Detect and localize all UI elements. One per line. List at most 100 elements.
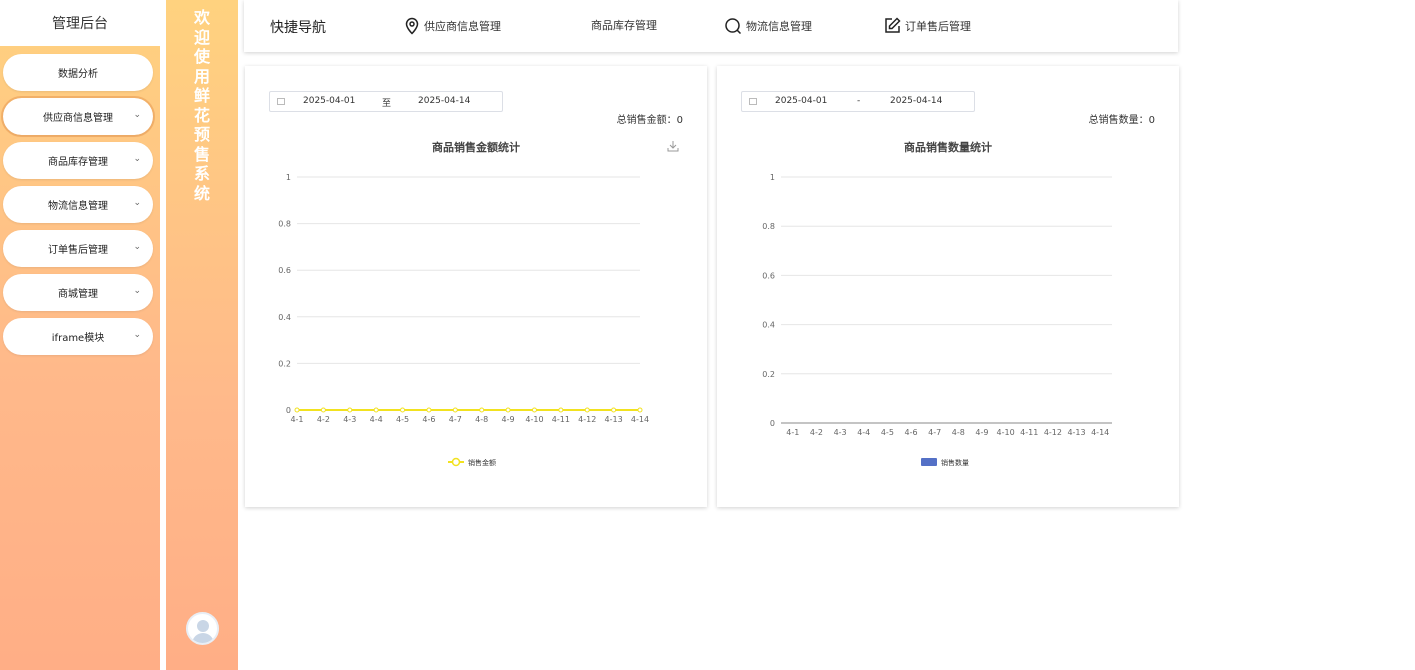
welcome-text: 欢 迎 使 用 鲜 花 预 售 系 统 bbox=[166, 8, 238, 203]
welcome-char: 使 bbox=[193, 47, 210, 66]
data-point bbox=[505, 407, 511, 413]
data-point bbox=[637, 407, 643, 413]
sidebar-item-label: 商品库存管理 bbox=[48, 157, 108, 168]
sales-amount-chart: 0 0.2 0.4 0.6 0.8 1 4-1 4-2 4-3 4-4 4-5 4-6 4-7 4-8 4-… bbox=[278, 173, 649, 467]
x-tick-label: 4-5 bbox=[881, 428, 894, 437]
y-tick-label: 0.2 bbox=[278, 359, 291, 368]
sidebar-item-label: iframe模块 bbox=[51, 333, 105, 344]
welcome-char: 鲜 bbox=[193, 86, 210, 105]
x-tick-label: 4-7 bbox=[928, 428, 941, 437]
sidebar-item-inventory[interactable]: 商品库存管理 ⌄ bbox=[3, 142, 153, 179]
legend-marker bbox=[921, 458, 937, 466]
data-point bbox=[452, 407, 458, 413]
legend-marker bbox=[451, 457, 461, 467]
nav-link-supplier[interactable]: 供应商信息管理 bbox=[404, 17, 501, 35]
chevron-down-icon: ⌄ bbox=[133, 110, 141, 120]
chevron-down-icon: ⌄ bbox=[133, 198, 141, 208]
x-tick-label: 4-3 bbox=[834, 428, 847, 437]
x-tick-label: 4-1 bbox=[786, 428, 799, 437]
nav-link-aftersales[interactable]: 订单售后管理 bbox=[884, 17, 971, 34]
x-tick-label: 4-11 bbox=[552, 415, 570, 424]
x-tick-label: 4-9 bbox=[975, 428, 988, 437]
y-tick-label: 0.8 bbox=[762, 222, 775, 231]
y-tick-label: 1 bbox=[770, 173, 775, 182]
avatar-body-shape bbox=[192, 633, 214, 643]
x-tick-label: 4-8 bbox=[475, 415, 488, 424]
chevron-down-icon: ⌄ bbox=[133, 154, 141, 164]
sales-quantity-chart: 0 0.2 0.4 0.6 0.8 1 4-1 4-2 4-3 4-4 4-5 4-6 4-7 4-8 4-… bbox=[762, 173, 1112, 467]
x-tick-label: 4-4 bbox=[857, 428, 870, 437]
avatar[interactable] bbox=[186, 612, 219, 645]
nav-link-inventory[interactable]: 商品库存管理 bbox=[591, 17, 657, 33]
data-point bbox=[479, 407, 485, 413]
data-point bbox=[531, 407, 537, 413]
x-tick-label: 4-9 bbox=[502, 415, 515, 424]
y-tick-label: 0.8 bbox=[278, 220, 291, 229]
data-point bbox=[373, 407, 379, 413]
legend-label: 销售金额 bbox=[468, 458, 496, 467]
sidebar-item-aftersales[interactable]: 订单售后管理 ⌄ bbox=[3, 230, 153, 267]
x-tick-label: 4-10 bbox=[997, 428, 1015, 437]
x-tick-label: 4-8 bbox=[952, 428, 965, 437]
welcome-char: 迎 bbox=[193, 27, 210, 47]
sidebar-title: 管理后台 bbox=[0, 0, 160, 46]
x-tick-label: 4-6 bbox=[904, 428, 917, 437]
data-point bbox=[294, 407, 300, 413]
x-tick-label: 4-14 bbox=[631, 415, 649, 424]
x-tick-label: 4-13 bbox=[605, 415, 623, 424]
quick-nav-bar: 快捷导航 供应商信息管理 商品库存管理 物流信息管理 订单售后管理 bbox=[244, 0, 1178, 52]
sidebar-item-logistics[interactable]: 物流信息管理 ⌄ bbox=[3, 186, 153, 223]
legend-label: 销售数量 bbox=[941, 458, 969, 467]
sidebar: 管理后台 数据分析 供应商信息管理 ⌄ 商品库存管理 ⌄ 物流信息管理 ⌄ 订单售后管… bbox=[0, 0, 160, 670]
welcome-char: 欢 bbox=[193, 8, 210, 27]
x-tick-label: 4-6 bbox=[422, 415, 435, 424]
chevron-down-icon: ⌄ bbox=[133, 330, 141, 340]
welcome-char: 用 bbox=[193, 66, 210, 86]
data-point bbox=[426, 407, 432, 413]
chevron-down-icon: ⌄ bbox=[133, 242, 141, 252]
x-tick-label: 4-11 bbox=[1020, 428, 1038, 437]
welcome-banner: 欢 迎 使 用 鲜 花 预 售 系 统 bbox=[166, 0, 238, 670]
data-point bbox=[611, 407, 617, 413]
sidebar-item-data-analysis[interactable]: 数据分析 bbox=[3, 54, 153, 91]
x-tick-label: 4-4 bbox=[370, 415, 383, 424]
nav-link-label: 供应商信息管理 bbox=[424, 20, 501, 33]
search-icon bbox=[725, 18, 742, 35]
sales-quantity-card: 2025-04-01 - 2025-04-14 总销售数量：0 商品销售数量统计… bbox=[717, 66, 1179, 507]
y-tick-label: 0.6 bbox=[278, 266, 291, 275]
welcome-char: 系 bbox=[193, 164, 210, 183]
quick-nav-title: 快捷导航 bbox=[270, 20, 326, 36]
nav-link-label: 物流信息管理 bbox=[746, 20, 812, 33]
y-tick-label: 0.2 bbox=[762, 370, 775, 379]
data-point bbox=[584, 407, 590, 413]
welcome-char: 售 bbox=[193, 144, 210, 164]
data-point bbox=[347, 407, 353, 413]
sidebar-item-iframe[interactable]: iframe模块 ⌄ bbox=[3, 318, 153, 355]
x-tick-label: 4-12 bbox=[578, 415, 596, 424]
sidebar-item-supplier[interactable]: 供应商信息管理 ⌄ bbox=[1, 96, 155, 137]
sidebar-item-label: 数据分析 bbox=[58, 69, 98, 80]
edit-icon bbox=[885, 17, 901, 33]
y-tick-label: 0.4 bbox=[762, 321, 775, 330]
nav-link-label: 订单售后管理 bbox=[905, 19, 971, 33]
x-tick-label: 4-2 bbox=[810, 428, 823, 437]
y-tick-label: 0 bbox=[770, 419, 775, 428]
sidebar-item-label: 商城管理 bbox=[58, 289, 98, 300]
sidebar-item-mall[interactable]: 商城管理 ⌄ bbox=[3, 274, 153, 311]
x-tick-label: 4-5 bbox=[396, 415, 409, 424]
avatar-head-shape bbox=[197, 620, 209, 632]
data-point bbox=[320, 407, 326, 413]
welcome-char: 预 bbox=[193, 125, 210, 144]
x-tick-label: 4-12 bbox=[1044, 428, 1062, 437]
welcome-char: 统 bbox=[193, 183, 210, 203]
x-tick-label: 4-1 bbox=[290, 415, 303, 424]
sidebar-item-label: 供应商信息管理 bbox=[43, 113, 113, 124]
nav-link-logistics[interactable]: 物流信息管理 bbox=[724, 17, 812, 35]
data-point bbox=[558, 407, 564, 413]
data-point bbox=[400, 407, 406, 413]
sidebar-menu: 数据分析 供应商信息管理 ⌄ 商品库存管理 ⌄ 物流信息管理 ⌄ 订单售后管理 ⌄ 商城… bbox=[1, 54, 155, 362]
sales-amount-card: 2025-04-01 至 2025-04-14 总销售金额：0 商品销售金额统计… bbox=[245, 66, 707, 507]
welcome-char: 花 bbox=[193, 105, 210, 125]
chevron-down-icon: ⌄ bbox=[133, 286, 141, 296]
x-tick-label: 4-3 bbox=[343, 415, 356, 424]
